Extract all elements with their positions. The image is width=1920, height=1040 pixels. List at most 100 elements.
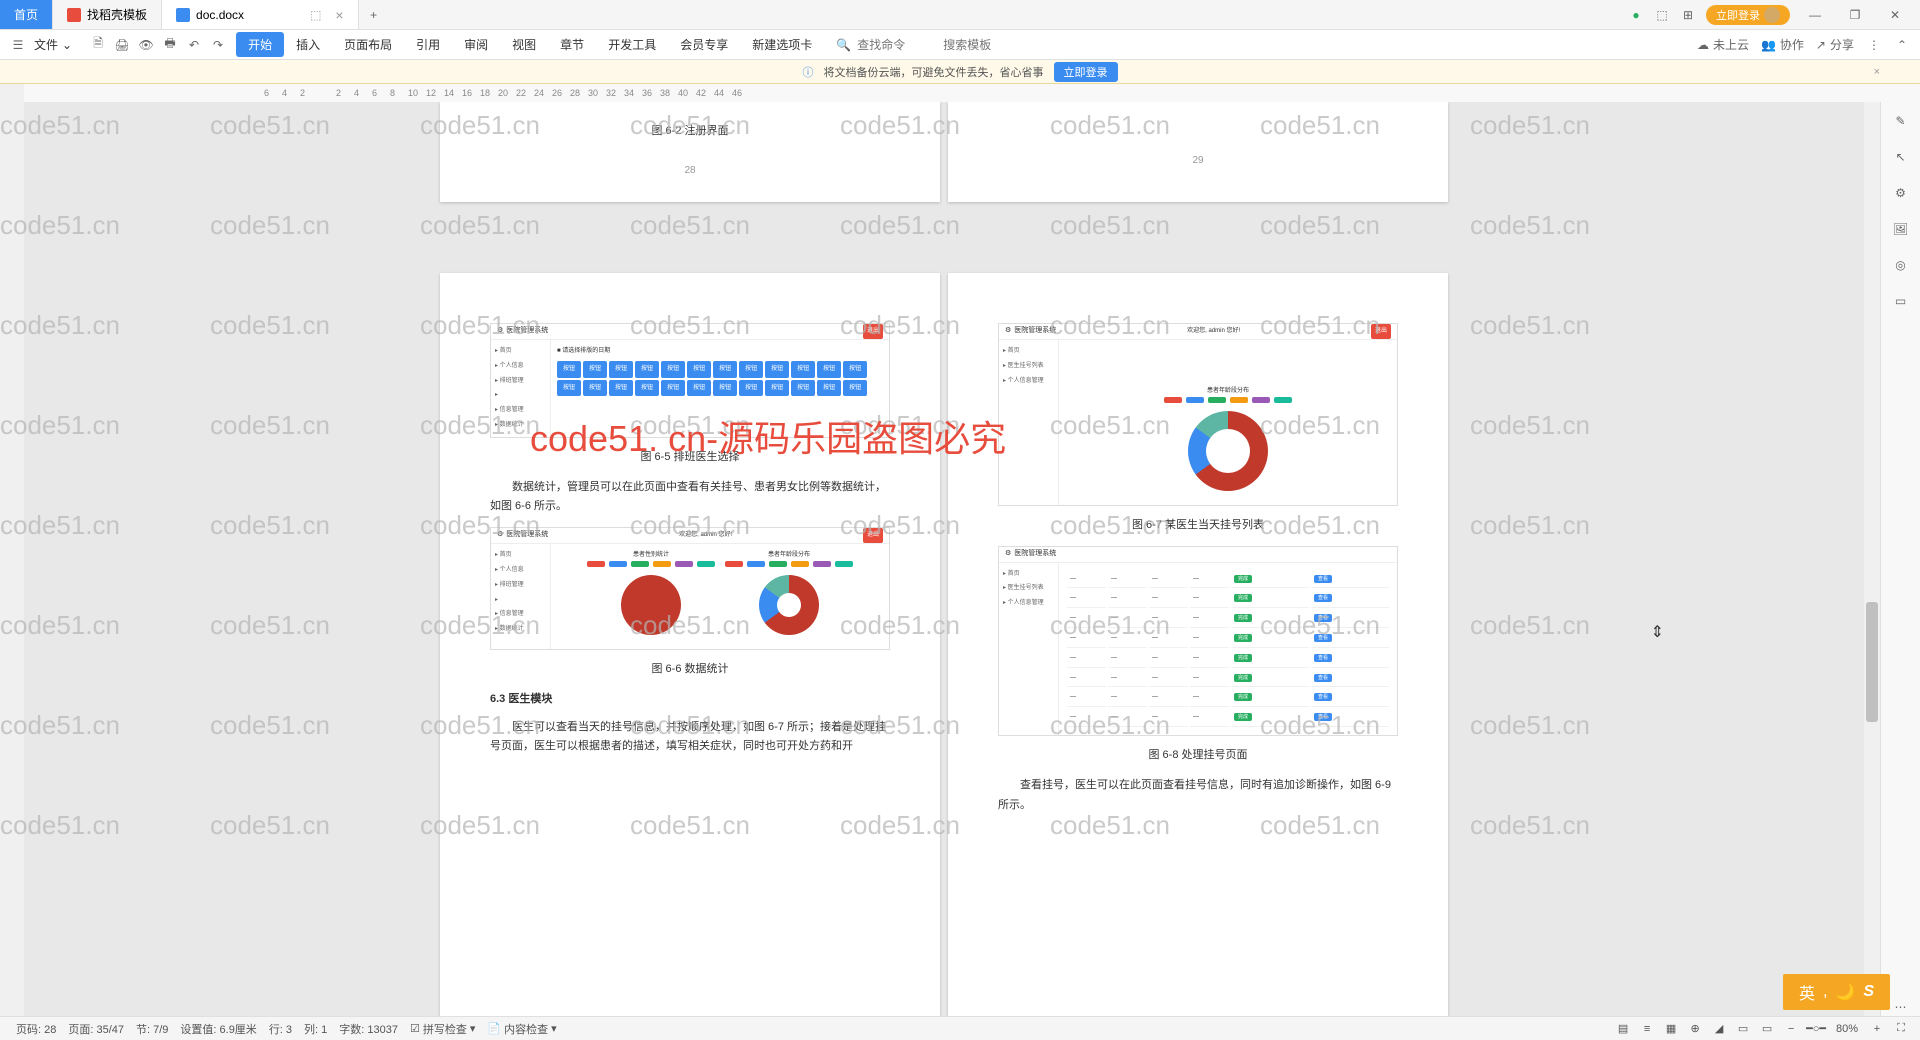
tab-dev[interactable]: 开发工具: [596, 32, 668, 57]
paragraph: 数据统计，管理员可以在此页面中查看有关挂号、患者男女比例等数据统计，如图 6-6…: [490, 478, 890, 518]
figure-caption: 图 6-5 排班医生选择: [490, 448, 890, 468]
collab-icon: 👥: [1761, 38, 1776, 52]
notification-bar: ⓘ 将文档备份云端，可避免文件丢失，省心省事 立即登录 ×: [0, 60, 1920, 84]
doc-icon: 📄: [487, 1022, 501, 1035]
search-cmd-input[interactable]: [857, 38, 937, 52]
paragraph: 查看挂号，医生可以在此页面查看挂号信息，同时有追加诊断操作，如图 6-9 所示。: [998, 776, 1398, 816]
more-icon[interactable]: ⋮: [1866, 37, 1882, 53]
page-icon[interactable]: ▭: [1892, 292, 1910, 310]
ribbon-tabs: 开始 插入 页面布局 引用 审阅 视图 章节 开发工具 会员专享 新建选项卡: [236, 32, 824, 57]
fullscreen-icon[interactable]: ⛶: [1892, 1020, 1910, 1038]
location-icon[interactable]: ◎: [1892, 256, 1910, 274]
tab-close-icon[interactable]: ×: [335, 7, 343, 23]
undo-icon[interactable]: ↶: [186, 37, 202, 53]
tab-view[interactable]: 视图: [500, 32, 548, 57]
ruler-area: 6422468101214161820222426283032343638404…: [0, 84, 1920, 102]
ime-dot-icon: ,: [1823, 983, 1827, 1001]
edit-icon[interactable]: ✎: [1892, 112, 1910, 130]
figure-caption: 图 6-7 某医生当天挂号列表: [998, 516, 1398, 536]
window-icon[interactable]: ⬚: [1654, 7, 1670, 23]
horizontal-ruler[interactable]: 6422468101214161820222426283032343638404…: [24, 84, 1920, 102]
more-tool-icon[interactable]: ⋯: [1892, 998, 1910, 1016]
minimize-button[interactable]: —: [1800, 0, 1830, 30]
menu-icon[interactable]: ☰: [10, 37, 26, 53]
notif-login-button[interactable]: 立即登录: [1054, 62, 1118, 82]
scroll-thumb[interactable]: [1866, 602, 1878, 722]
doc-tab[interactable]: doc.docx⬚×: [162, 0, 359, 29]
word-count[interactable]: 字数: 13037: [333, 1021, 404, 1037]
content-check-toggle[interactable]: 📄内容检查▾: [481, 1021, 562, 1037]
page-position[interactable]: 页面: 35/47: [62, 1021, 130, 1037]
search-icon[interactable]: 🔍: [836, 38, 851, 52]
page-31: ⚙ 医院管理系统欢迎您, admin 您好!退出 ▸ 首页▸ 医生挂号列表▸ 个…: [948, 273, 1448, 1016]
main-area: 图 6-2 注册界面 28 29 ⚙ 医院管理系统退出 ▸ 首页▸ 个人信息▸ …: [0, 102, 1920, 1016]
notif-close-icon[interactable]: ×: [1874, 66, 1880, 78]
quick-access: 🗎 🖨 👁 🖶 ↶ ↷: [80, 37, 236, 53]
zoom-fit-icon[interactable]: ▭: [1758, 1020, 1776, 1038]
cloud-status[interactable]: ☁未上云: [1697, 36, 1749, 53]
redo-icon[interactable]: ↷: [210, 37, 226, 53]
share-label: 分享: [1830, 36, 1854, 53]
text-cursor-icon: ⇕: [1651, 622, 1664, 642]
figure-caption: 图 6-6 数据统计: [490, 660, 890, 680]
new-tab-button[interactable]: +: [359, 0, 389, 29]
select-icon[interactable]: ↖: [1892, 148, 1910, 166]
template-tab-label: 找稻壳模板: [87, 6, 147, 23]
tab-insert[interactable]: 插入: [284, 32, 332, 57]
titlebar-right: ● ⬚ ⊞ 立即登录 — ❐ ✕: [1628, 0, 1920, 29]
save-icon[interactable]: 🗎: [90, 37, 106, 53]
page-count[interactable]: 页码: 28: [10, 1021, 62, 1037]
avatar-icon: [1764, 7, 1780, 23]
view-layout-icon[interactable]: ▤: [1614, 1020, 1632, 1038]
view-read-icon[interactable]: ⊕: [1686, 1020, 1704, 1038]
section-info[interactable]: 节: 7/9: [130, 1021, 174, 1037]
tab-reference[interactable]: 引用: [404, 32, 452, 57]
tab-review[interactable]: 审阅: [452, 32, 500, 57]
figure-caption: 图 6-8 处理挂号页面: [998, 746, 1398, 766]
mini-app-stats: ⚙ 医院管理系统欢迎您, admin 您好!退出 ▸ 首页▸ 个人信息▸ 排班管…: [490, 527, 890, 650]
sync-icon[interactable]: ●: [1628, 7, 1644, 23]
search-tpl-input[interactable]: [943, 38, 1023, 52]
zoom-in-button[interactable]: +: [1868, 1020, 1886, 1038]
close-button[interactable]: ✕: [1880, 0, 1910, 30]
tab-vip[interactable]: 会员专享: [668, 32, 740, 57]
template-tab[interactable]: 找稻壳模板: [53, 0, 162, 29]
settings-icon[interactable]: ⚙: [1892, 184, 1910, 202]
mini-app-title: ⚙ 医院管理系统: [1005, 548, 1056, 561]
print-icon[interactable]: 🖨: [114, 37, 130, 53]
grid-icon[interactable]: ⊞: [1680, 7, 1696, 23]
paragraph: 医生可以查看当天的挂号信息，并按顺序处理，如图 6-7 所示；接着是处理挂号页面…: [490, 718, 890, 758]
chevron-down-icon: ⌄: [62, 38, 72, 52]
collab-button[interactable]: 👥协作: [1761, 36, 1804, 53]
view-nav-icon[interactable]: ▭: [1734, 1020, 1752, 1038]
home-tab[interactable]: 首页: [0, 0, 53, 29]
vertical-scrollbar[interactable]: [1864, 102, 1880, 1016]
collapse-icon[interactable]: ⌃: [1894, 37, 1910, 53]
view-web-icon[interactable]: ▦: [1662, 1020, 1680, 1038]
statusbar: 页码: 28 页面: 35/47 节: 7/9 设置值: 6.9厘米 行: 3 …: [0, 1016, 1920, 1040]
ime-indicator[interactable]: 英 , 🌙 S: [1783, 974, 1890, 1010]
status-right: ▤ ≡ ▦ ⊕ ◢ ▭ ▭ − ━○━ 80% + ⛶: [1614, 1020, 1910, 1038]
tab-layout[interactable]: 页面布局: [332, 32, 404, 57]
share-button[interactable]: ↗分享: [1816, 36, 1854, 53]
view-outline-icon[interactable]: ≡: [1638, 1020, 1656, 1038]
search-box: 🔍: [836, 38, 1023, 52]
maximize-button[interactable]: ❐: [1840, 0, 1870, 30]
print2-icon[interactable]: 🖶: [162, 37, 178, 53]
zoom-out-button[interactable]: −: [1782, 1020, 1800, 1038]
view-focus-icon[interactable]: ◢: [1710, 1020, 1728, 1038]
col-info: 列: 1: [298, 1021, 333, 1037]
login-button[interactable]: 立即登录: [1706, 5, 1790, 25]
tab-start[interactable]: 开始: [236, 32, 284, 57]
tab-section[interactable]: 章节: [548, 32, 596, 57]
preview-icon[interactable]: 👁: [138, 37, 154, 53]
image-icon[interactable]: 🖼: [1892, 220, 1910, 238]
document-canvas[interactable]: 图 6-2 注册界面 28 29 ⚙ 医院管理系统退出 ▸ 首页▸ 个人信息▸ …: [24, 102, 1864, 1016]
file-menu[interactable]: 文件⌄: [26, 36, 80, 53]
zoom-level[interactable]: 80%: [1832, 1023, 1862, 1035]
zoom-slider[interactable]: ━○━: [1806, 1022, 1826, 1035]
tab-new[interactable]: 新建选项卡: [740, 32, 824, 57]
tab-pin-icon[interactable]: ⬚: [310, 8, 321, 22]
vertical-ruler[interactable]: [0, 102, 24, 1016]
spell-check-toggle[interactable]: ☑拼写检查▾: [404, 1021, 481, 1037]
